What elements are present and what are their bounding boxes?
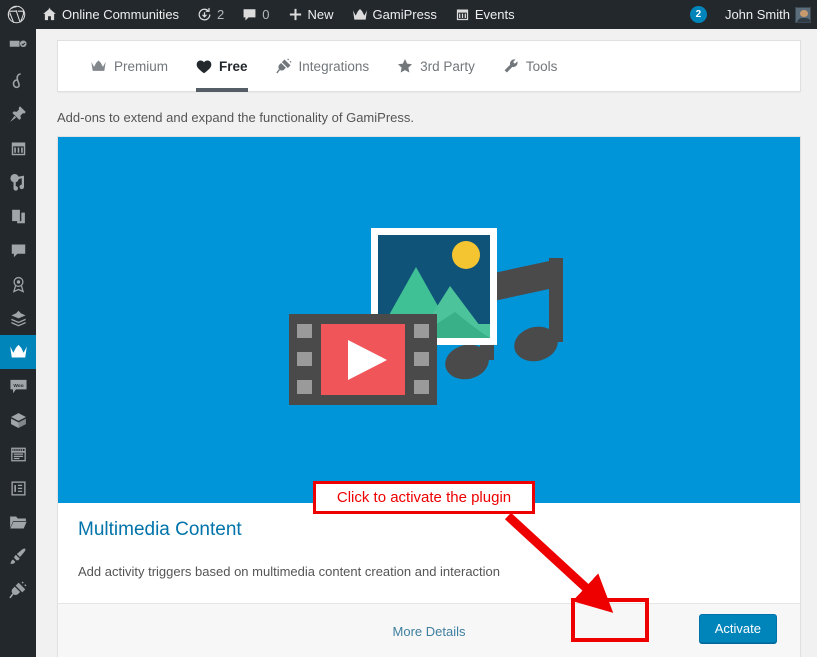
calendar-icon: [455, 7, 470, 22]
folder-icon: [9, 514, 27, 531]
award-icon: [10, 276, 27, 293]
wrench-icon: [503, 58, 519, 74]
sidebar-item-gamipress[interactable]: [0, 335, 44, 369]
plug-icon: [275, 58, 292, 74]
addon-description: Add activity triggers based on multimedi…: [78, 563, 501, 579]
user-account-menu[interactable]: John Smith: [716, 0, 817, 29]
page-subtitle: Add-ons to extend and expand the functio…: [57, 110, 414, 125]
updates-menu[interactable]: 2: [188, 0, 233, 29]
comment-icon: [10, 242, 27, 259]
admin-bar: Online Communities 2 0 New GamiPress Eve…: [0, 0, 817, 29]
admin-sidebar[interactable]: Woo: [0, 29, 44, 657]
star-icon: [397, 58, 413, 74]
sidebar-item-comments[interactable]: [0, 233, 36, 267]
wordpress-logo-button[interactable]: [0, 0, 33, 29]
addon-title[interactable]: Multimedia Content: [78, 519, 780, 542]
new-content-menu[interactable]: New: [279, 0, 343, 29]
more-details-link[interactable]: More Details: [393, 624, 466, 639]
comment-icon: [242, 7, 257, 22]
box-icon: [10, 412, 27, 429]
tab-premium[interactable]: Premium: [76, 40, 182, 92]
tab-label: Integrations: [298, 58, 370, 74]
sidebar-item-woocommerce[interactable]: Woo: [0, 369, 36, 403]
tab-label: Premium: [114, 58, 169, 74]
notifications-count: 2: [689, 6, 707, 23]
pin-icon: [9, 105, 27, 123]
calendar-icon: [10, 140, 27, 157]
sidebar-item-dashboard[interactable]: [0, 29, 36, 63]
gamipress-menu[interactable]: GamiPress: [343, 0, 446, 29]
multimedia-illustration: [285, 214, 573, 426]
site-name-label: Online Communities: [62, 7, 180, 22]
crown-icon: [352, 8, 368, 22]
events-menu[interactable]: Events: [446, 0, 524, 29]
layers-icon: [10, 310, 27, 327]
tab-label: Tools: [525, 58, 558, 74]
tab-label: Free: [219, 58, 248, 74]
avatar: [795, 6, 811, 23]
buddypress-icon: [9, 71, 27, 89]
site-name-menu[interactable]: Online Communities: [33, 0, 188, 29]
tab-free[interactable]: Free: [182, 40, 262, 92]
activate-button-highlight: [571, 598, 649, 642]
annotation-callout: Click to activate the plugin: [313, 481, 535, 514]
media-icon: [9, 173, 27, 191]
home-icon: [42, 7, 57, 22]
sidebar-item-ranks[interactable]: [0, 301, 36, 335]
plus-icon: [288, 7, 303, 22]
list-icon: [10, 480, 27, 497]
annotation-text: Click to activate the plugin: [336, 489, 512, 506]
new-content-label: New: [307, 7, 334, 22]
plug-icon: [9, 581, 27, 599]
video-player-shape: [289, 314, 437, 405]
addon-card-footer: More Details Activate: [58, 603, 800, 657]
addon-banner: [58, 137, 800, 503]
woo-icon: Woo: [9, 378, 28, 395]
svg-text:Woo: Woo: [13, 382, 23, 388]
sidebar-item-events[interactable]: [0, 131, 36, 165]
pages-icon: [10, 208, 27, 225]
heart-icon: [196, 59, 212, 74]
tab-tools[interactable]: Tools: [489, 40, 572, 92]
addon-card-body: Multimedia Content Add activity triggers…: [58, 503, 800, 603]
sidebar-item-media[interactable]: [0, 165, 36, 199]
notifications-menu[interactable]: 2: [681, 0, 716, 29]
sidebar-item-pages[interactable]: [0, 199, 36, 233]
comments-menu[interactable]: 0: [233, 0, 278, 29]
sidebar-item-appearance[interactable]: [0, 539, 36, 573]
wordpress-logo-icon: [7, 5, 26, 24]
main-content: Premium Free Integrations 3rd Party Tool…: [36, 29, 817, 657]
brush-icon: [9, 547, 27, 565]
sidebar-item-products[interactable]: [0, 403, 36, 437]
updates-icon: [197, 7, 212, 22]
sidebar-item-plugins[interactable]: [0, 573, 36, 607]
form-icon: [10, 446, 27, 463]
crown-icon: [90, 60, 107, 73]
addon-tabs[interactable]: Premium Free Integrations 3rd Party Tool…: [57, 40, 801, 92]
tab-label: 3rd Party: [420, 58, 475, 74]
sidebar-item-media-folders[interactable]: [0, 505, 36, 539]
user-name-label: John Smith: [724, 7, 790, 22]
dashboard-icon: [9, 37, 27, 55]
content-wrap: Premium Free Integrations 3rd Party Tool…: [36, 29, 817, 657]
addon-card: Multimedia Content Add activity triggers…: [57, 136, 801, 657]
sidebar-item-elementor[interactable]: [0, 471, 36, 505]
activate-button[interactable]: Activate: [698, 614, 777, 644]
tab-3rd-party[interactable]: 3rd Party: [383, 40, 489, 92]
sidebar-item-posts[interactable]: [0, 97, 36, 131]
sidebar-item-buddypress[interactable]: [0, 63, 36, 97]
tab-integrations[interactable]: Integrations: [262, 40, 384, 92]
comments-count: 0: [262, 7, 270, 22]
updates-count: 2: [217, 7, 225, 22]
gamipress-label: GamiPress: [372, 7, 437, 22]
sidebar-item-forms[interactable]: [0, 437, 36, 471]
sidebar-item-badges[interactable]: [0, 267, 36, 301]
crown-icon: [9, 344, 28, 360]
events-label: Events: [474, 7, 515, 22]
